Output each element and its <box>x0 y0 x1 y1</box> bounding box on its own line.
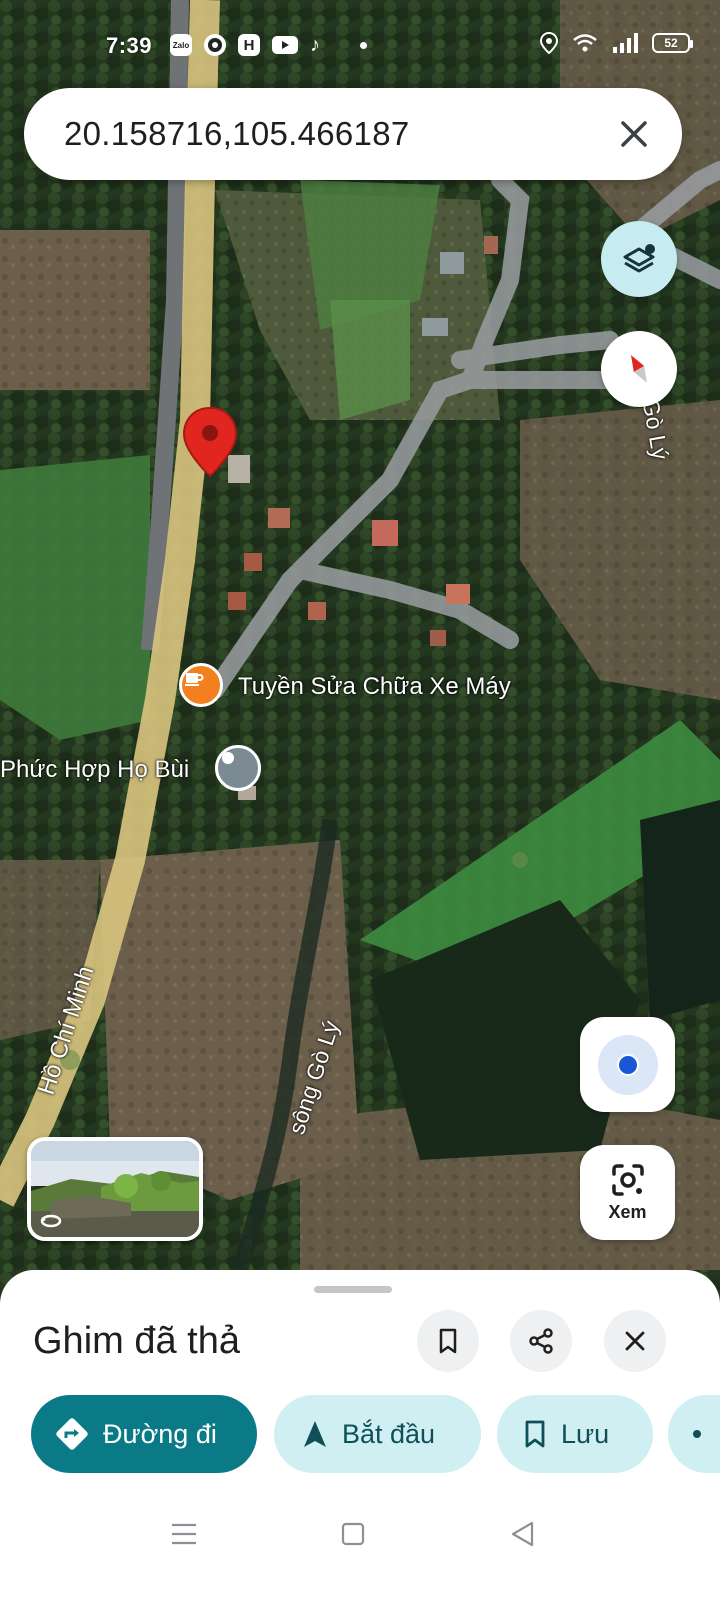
home-icon <box>341 1522 365 1546</box>
share-button[interactable] <box>510 1310 572 1372</box>
poi-label-repair[interactable]: Tuyền Sửa Chữa Xe Máy <box>238 673 511 701</box>
close-icon <box>621 121 647 147</box>
notification-icons: Zalo H ♪ <box>170 34 367 56</box>
chrome-icon <box>204 34 226 56</box>
youtube-icon <box>272 36 298 54</box>
zalo-icon: Zalo <box>170 34 192 56</box>
save-icon-button[interactable] <box>417 1310 479 1372</box>
more-actions-chip[interactable] <box>668 1395 720 1473</box>
start-label: Bắt đầu <box>342 1418 436 1449</box>
share-icon <box>693 1430 701 1438</box>
directions-button[interactable]: Đường đi <box>31 1395 257 1473</box>
close-sheet-button[interactable] <box>604 1310 666 1372</box>
save-button[interactable]: Lưu <box>497 1395 653 1473</box>
layers-icon <box>623 244 655 273</box>
lens-label: Xem <box>608 1202 647 1222</box>
status-time: 7:39 <box>106 33 153 58</box>
battery-indicator: 52 <box>652 33 693 53</box>
share-icon <box>529 1328 553 1354</box>
more-notifications-dot <box>360 41 367 49</box>
compass-icon <box>631 355 647 383</box>
recents-button[interactable] <box>162 1512 206 1556</box>
lens-button[interactable]: Xem <box>580 1145 675 1240</box>
system-navigation-bar <box>0 1490 720 1600</box>
menu-icon <box>172 1523 196 1545</box>
lens-icon <box>611 1164 644 1196</box>
search-bar[interactable]: 20.158716,105.466187 <box>24 88 682 180</box>
save-label: Lưu <box>561 1418 610 1449</box>
compass-button[interactable] <box>601 331 677 407</box>
place-icon[interactable] <box>215 745 261 791</box>
action-chips: Đường đi Bắt đầu Lưu <box>31 1395 720 1475</box>
rotate-360-icon <box>40 1214 62 1228</box>
back-icon <box>511 1521 534 1547</box>
sheet-title: Ghim đã thả <box>33 1320 240 1362</box>
directions-icon <box>56 1418 88 1450</box>
poi-label-complex[interactable]: Phức Hợp Họ Bùi <box>0 756 189 784</box>
my-location-button[interactable] <box>580 1017 675 1112</box>
sheet-drag-handle[interactable] <box>314 1286 392 1293</box>
back-button[interactable] <box>500 1512 544 1556</box>
tiktok-icon: ♪ <box>310 34 320 56</box>
search-input[interactable]: 20.158716,105.466187 <box>64 115 410 153</box>
navigation-arrow-icon <box>304 1421 326 1447</box>
system-indicators: 52 <box>540 32 693 54</box>
status-bar: 7:39 Zalo H ♪ 52 <box>0 0 720 90</box>
my-location-icon <box>597 1034 658 1095</box>
signal-icon <box>613 33 638 53</box>
start-button[interactable]: Bắt đầu <box>274 1395 481 1473</box>
directions-label: Đường đi <box>103 1418 217 1449</box>
cafe-icon[interactable] <box>179 663 223 707</box>
home-button[interactable] <box>331 1512 375 1556</box>
bookmark-icon <box>439 1328 457 1354</box>
layers-button[interactable] <box>601 221 677 297</box>
clear-search-button[interactable] <box>612 112 656 156</box>
h-app-icon: H <box>238 34 260 56</box>
location-icon <box>540 32 558 54</box>
bookmark-icon <box>525 1420 545 1448</box>
wifi-icon <box>573 34 597 52</box>
street-view-thumbnail[interactable] <box>27 1137 203 1241</box>
close-icon <box>625 1331 645 1351</box>
